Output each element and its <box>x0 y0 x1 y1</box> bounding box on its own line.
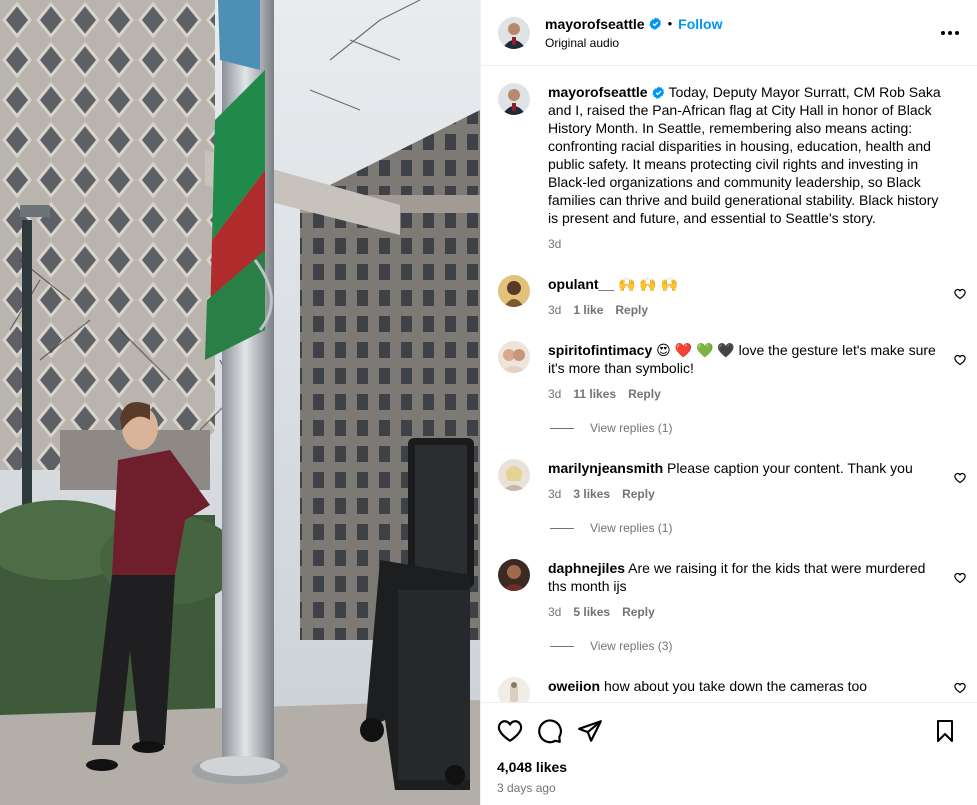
comment-text: Please caption your content. Thank you <box>667 460 913 476</box>
likes-count[interactable]: 4,048 likes <box>497 759 961 775</box>
caption-text: Today, Deputy Mayor Surratt, CM Rob Saka… <box>548 84 941 226</box>
comment-item: marilynjeansmith Please caption your con… <box>481 459 977 537</box>
avatar[interactable] <box>498 341 530 373</box>
post-time[interactable]: 3 days ago <box>497 781 961 795</box>
replies-divider <box>550 527 574 529</box>
view-replies-label: View replies (3) <box>590 639 673 653</box>
post-actions: 4,048 likes 3 days ago <box>481 702 977 795</box>
verified-badge-icon <box>651 86 665 99</box>
comment-likes[interactable]: 3 likes <box>573 485 610 503</box>
comment-item: spiritofintimacy 😍 ❤️ 💚 🖤 love the gestu… <box>481 341 977 437</box>
avatar[interactable] <box>498 677 530 702</box>
avatar[interactable] <box>498 16 530 49</box>
bookmark-icon[interactable] <box>933 718 957 744</box>
comment-time[interactable]: 3d <box>548 385 561 403</box>
comment-likes[interactable]: 1 like <box>573 301 603 319</box>
avatar[interactable] <box>498 275 530 307</box>
comment-likes[interactable]: 11 likes <box>573 385 616 403</box>
verified-badge-icon <box>648 17 662 30</box>
follow-button[interactable]: Follow <box>678 16 722 32</box>
view-replies-button[interactable]: View replies (1) <box>548 519 938 537</box>
more-options-icon[interactable] <box>939 23 961 43</box>
comment-time[interactable]: 3d <box>548 603 561 621</box>
reply-button[interactable]: Reply <box>622 485 655 503</box>
comment-username[interactable]: daphnejiles <box>548 560 625 576</box>
comment-icon[interactable] <box>537 718 563 744</box>
avatar[interactable] <box>498 559 530 591</box>
comment-likes[interactable]: 5 likes <box>573 603 610 621</box>
like-comment-heart-icon[interactable] <box>954 287 966 303</box>
post-photo[interactable] <box>0 0 480 805</box>
caption-username[interactable]: mayorofseattle <box>548 84 648 100</box>
avatar[interactable] <box>498 83 530 115</box>
reply-button[interactable]: Reply <box>628 385 661 403</box>
share-icon[interactable] <box>577 718 603 744</box>
comment-username[interactable]: spiritofintimacy <box>548 342 652 358</box>
comment-username[interactable]: oweiion <box>548 678 600 694</box>
caption-time[interactable]: 3d <box>548 235 943 253</box>
comment-username[interactable]: opulant__ <box>548 276 614 292</box>
replies-divider <box>550 427 574 429</box>
comment-item: oweiion how about you take down the came… <box>481 677 977 702</box>
comment-text: 🙌 🙌 🙌 <box>618 276 679 292</box>
reply-button[interactable]: Reply <box>615 301 648 319</box>
view-replies-label: View replies (1) <box>590 521 673 535</box>
flag-raising-photo <box>0 0 480 805</box>
post-side-panel: mayorofseattle • Follow Original audio m… <box>480 0 977 805</box>
view-replies-button[interactable]: View replies (3) <box>548 637 938 655</box>
separator-dot: • <box>667 16 673 31</box>
comment-item: opulant__ 🙌 🙌 🙌 3d 1 like Reply <box>481 275 977 319</box>
comments-scroll-area[interactable]: mayorofseattle Today, Deputy Mayor Surra… <box>481 67 977 702</box>
heart-icon[interactable] <box>497 718 523 744</box>
like-comment-heart-icon[interactable] <box>954 471 966 487</box>
like-comment-heart-icon[interactable] <box>954 571 966 587</box>
comment-time[interactable]: 3d <box>548 301 561 319</box>
comment-text: how about you take down the cameras too <box>604 678 868 694</box>
author-username[interactable]: mayorofseattle <box>545 16 645 32</box>
like-comment-heart-icon[interactable] <box>954 353 966 369</box>
view-replies-button[interactable]: View replies (1) <box>548 419 938 437</box>
audio-label[interactable]: Original audio <box>545 36 722 50</box>
like-comment-heart-icon[interactable] <box>954 681 966 697</box>
reply-button[interactable]: Reply <box>622 603 655 621</box>
comment-username[interactable]: marilynjeansmith <box>548 460 663 476</box>
post-caption: mayorofseattle Today, Deputy Mayor Surra… <box>481 67 977 253</box>
comment-time[interactable]: 3d <box>548 485 561 503</box>
view-replies-label: View replies (1) <box>590 421 673 435</box>
avatar[interactable] <box>498 459 530 491</box>
comment-item: daphnejiles Are we raising it for the ki… <box>481 559 977 655</box>
post-header: mayorofseattle • Follow Original audio <box>481 0 977 66</box>
replies-divider <box>550 645 574 647</box>
